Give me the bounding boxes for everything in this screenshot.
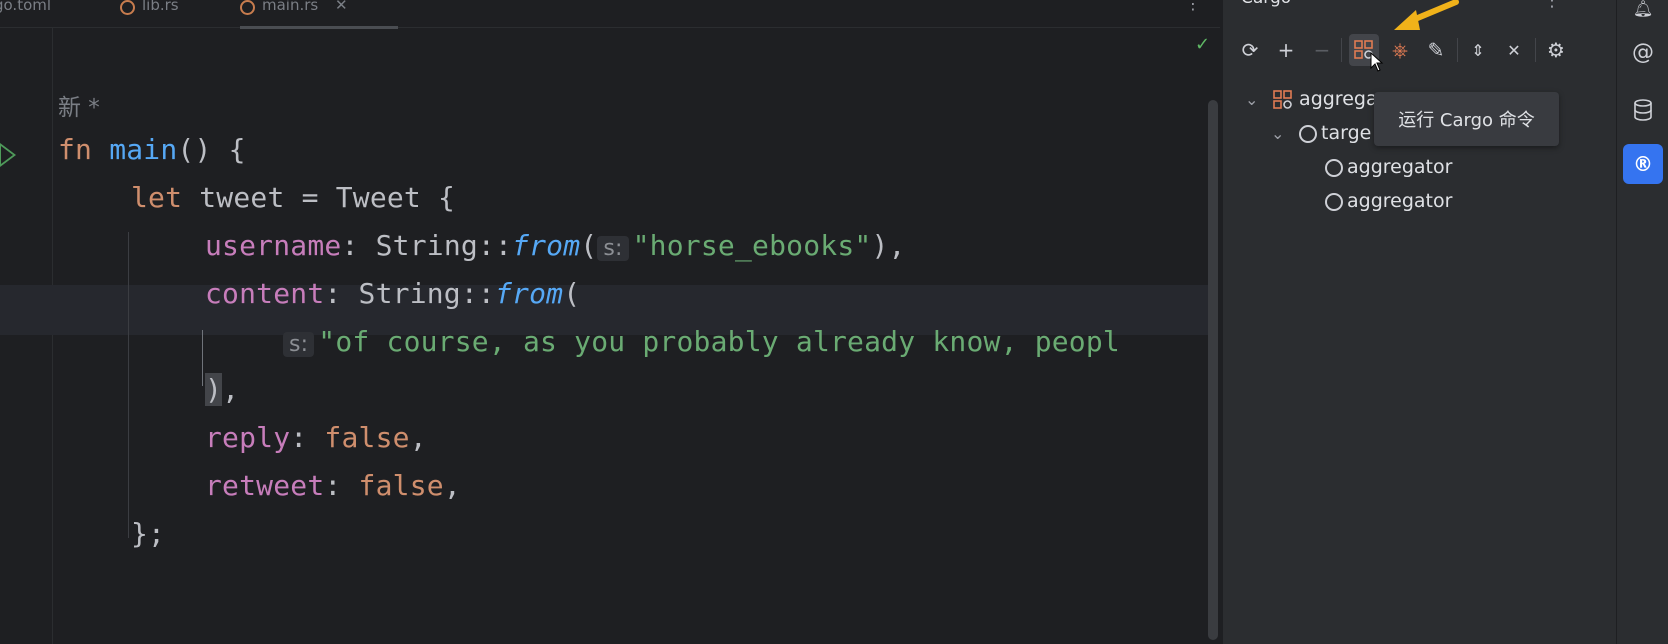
- refresh-icon[interactable]: ⟳: [1235, 34, 1265, 66]
- target-icon: [1325, 192, 1343, 211]
- string-literal: "horse_ebooks": [632, 229, 872, 262]
- function-name: main: [109, 133, 178, 166]
- target-icon: [1325, 158, 1343, 177]
- notifications-icon[interactable]: 🔔︎: [1627, 0, 1659, 24]
- cargo-toolbar: ⟳ + − ⎈ ✎ ⇕ ✕ ⚙: [1223, 34, 1616, 68]
- code-text: (: [563, 277, 581, 310]
- indent-guide: [202, 330, 203, 386]
- keyword: fn: [58, 133, 93, 166]
- tree-item-project[interactable]: ⌄ aggrega: [1245, 84, 1378, 114]
- tree-item-label: targe: [1321, 122, 1372, 144]
- check-icon: ✓: [1195, 34, 1211, 55]
- cargo-tool-icon[interactable]: ®: [1623, 144, 1663, 184]
- method-name: from: [512, 229, 581, 262]
- right-tool-strip: 🔔︎ @ ®: [1616, 0, 1668, 644]
- method-name: from: [494, 277, 564, 310]
- field-name: retweet: [205, 469, 325, 502]
- tab-cargo-toml[interactable]: go.toml: [0, 0, 51, 26]
- code-text: ,: [409, 421, 427, 454]
- target-icon: [1299, 124, 1318, 143]
- rust-file-icon: [120, 0, 135, 15]
- code-text: tweet = Tweet {: [182, 181, 456, 214]
- toolbar-separator: [1341, 38, 1342, 62]
- string-literal: "of course, as you probably already know…: [318, 325, 1120, 358]
- parameter-hint: s:: [597, 236, 629, 261]
- tooltip: 运行 Cargo 命令: [1374, 92, 1559, 146]
- collapse-all-icon[interactable]: ✕: [1499, 34, 1529, 66]
- annotation-arrow-icon: [1394, 0, 1459, 30]
- tree-item-target[interactable]: aggregator: [1325, 186, 1452, 216]
- code-text: :: [324, 469, 359, 502]
- code-line-5: s: "of course, as you probably already kn…: [283, 325, 1120, 358]
- field-name: content: [205, 277, 325, 310]
- tab-label: lib.rs: [142, 0, 179, 14]
- tab-main-rs[interactable]: main.rs ✕: [240, 0, 398, 29]
- toolbar-separator: [1457, 38, 1458, 62]
- indent-guide: [128, 232, 129, 538]
- close-icon[interactable]: ✕: [335, 0, 348, 14]
- code-text: ,: [222, 373, 240, 406]
- field-name: username: [205, 229, 342, 262]
- code-line-7: reply: false,: [205, 421, 427, 454]
- matched-paren: ): [205, 373, 223, 406]
- code-text: ),: [871, 229, 906, 262]
- code-text: () {: [177, 133, 246, 166]
- code-editor[interactable]: go.toml lib.rs main.rs ✕ ⋮ ✓ 新 * fn main…: [0, 0, 1220, 644]
- keyword: false: [358, 469, 444, 502]
- ai-assistant-icon[interactable]: @: [1627, 36, 1659, 68]
- code-line-3: username: String::from(s: "horse_ebooks")…: [205, 229, 906, 262]
- code-line-2: let tweet = Tweet {: [131, 181, 455, 214]
- expand-all-icon[interactable]: ⇕: [1463, 34, 1493, 66]
- cargo-project-icon: [1273, 89, 1292, 109]
- database-glyph: [1634, 99, 1652, 121]
- tree-item-label: aggregator: [1347, 156, 1453, 178]
- more-icon[interactable]: ⋮: [1543, 0, 1561, 11]
- code-line-6: ),: [205, 373, 239, 406]
- editor-tab-bar: go.toml lib.rs main.rs ✕ ⋮: [0, 0, 1220, 29]
- more-icon[interactable]: ⋮: [1185, 0, 1201, 13]
- chevron-down-icon[interactable]: ⌄: [1245, 85, 1267, 115]
- run-icon[interactable]: [0, 143, 16, 167]
- gutter-divider: [52, 27, 53, 644]
- code-line-9: };: [131, 517, 165, 550]
- code-text: :: [290, 421, 325, 454]
- field-name: reply: [205, 421, 291, 454]
- chevron-down-icon[interactable]: ⌄: [1271, 119, 1293, 149]
- tree-item-targets[interactable]: ⌄ targe: [1271, 118, 1371, 148]
- code-text: ,: [443, 469, 461, 502]
- code-text: : String::: [324, 277, 495, 310]
- panel-title: Cargo: [1241, 0, 1291, 8]
- code-line-1: fn main() {: [58, 133, 246, 166]
- mouse-cursor-icon: [1370, 52, 1384, 72]
- add-icon[interactable]: +: [1271, 34, 1301, 66]
- new-file-marker: 新 *: [58, 95, 100, 121]
- code-text: };: [131, 517, 166, 550]
- remove-icon[interactable]: −: [1307, 34, 1337, 66]
- code-line-8: retweet: false,: [205, 469, 461, 502]
- database-icon[interactable]: [1627, 94, 1659, 126]
- code-text: : String::: [341, 229, 513, 262]
- build-icon[interactable]: ⎈: [1385, 34, 1415, 66]
- edit-icon[interactable]: ✎: [1421, 34, 1451, 66]
- keyword: let: [131, 181, 183, 214]
- editor-scrollbar[interactable]: [1208, 100, 1218, 640]
- tab-lib-rs[interactable]: lib.rs: [120, 0, 179, 26]
- toolbar-separator: [1535, 38, 1536, 62]
- tab-label: go.toml: [0, 0, 52, 14]
- tree-item-label: aggrega: [1299, 88, 1378, 110]
- tab-label: main.rs: [262, 0, 319, 14]
- code-line-4: content: String::from(: [205, 277, 580, 310]
- rust-file-icon: [240, 0, 255, 15]
- code-text: (: [580, 229, 598, 262]
- parameter-hint: s:: [283, 332, 315, 357]
- tree-item-target[interactable]: aggregator: [1325, 152, 1452, 182]
- keyword: false: [324, 421, 410, 454]
- tree-item-label: aggregator: [1347, 190, 1453, 212]
- settings-icon[interactable]: ⚙: [1541, 34, 1571, 66]
